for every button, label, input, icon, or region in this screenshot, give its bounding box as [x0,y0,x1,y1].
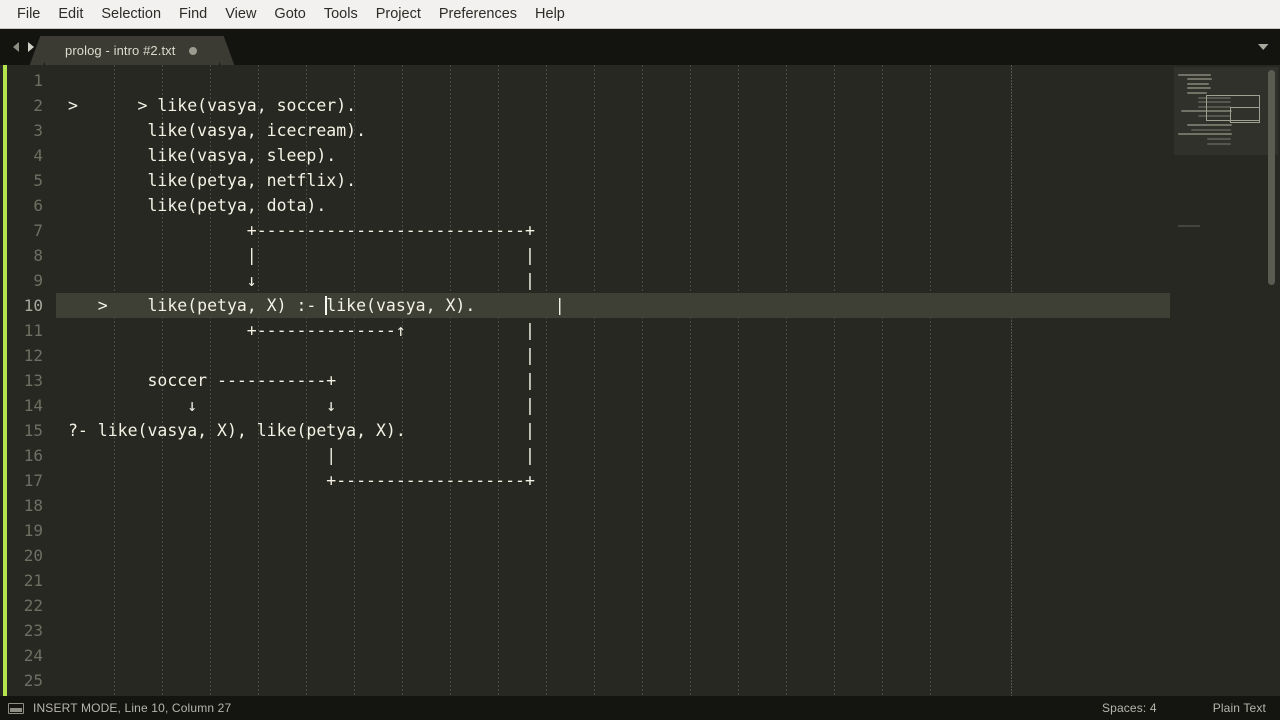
menu-item-find[interactable]: Find [170,2,216,27]
line-number: 9 [33,271,43,290]
line-number: 3 [33,121,43,140]
menu-item-project[interactable]: Project [367,2,430,27]
menu-bar: File Edit Selection Find View Goto Tools… [0,0,1280,29]
status-left: INSERT MODE, Line 10, Column 27 [8,701,1102,715]
sublime-text-window: File Edit Selection Find View Goto Tools… [0,0,1280,720]
line-number: 12 [23,346,43,365]
code-line-tail: | [475,296,565,315]
code-line[interactable]: ?- like(vasya, X), like(petya, X). | [56,418,1170,443]
line-number: 6 [33,196,43,215]
line-number: 22 [23,596,43,615]
keyboard-icon [8,702,24,714]
menu-item-view[interactable]: View [216,2,265,27]
code-line[interactable]: soccer -----------+ | [56,368,1170,393]
menu-item-tools[interactable]: Tools [315,2,367,27]
line-number: 8 [33,246,43,265]
code-line[interactable] [56,643,1170,668]
menu-item-file[interactable]: File [8,2,49,27]
code-line[interactable]: | | [56,443,1170,468]
unsaved-dot-icon[interactable] [188,46,197,55]
line-number: 20 [23,546,43,565]
code-text-before-caret: > like(petya, X) :- [68,296,327,315]
code-line[interactable] [56,68,1170,93]
vim-mode-status: INSERT MODE, Line 10, Column 27 [33,701,232,715]
tab-bar: prolog - intro #2.txt [0,29,1280,65]
line-number: 26 [0,693,56,696]
line-number: 10 [23,296,43,315]
line-number: 25 [23,671,43,690]
status-right: Spaces: 4 Plain Text [1102,701,1266,715]
code-line[interactable]: ↓ ↓ | [56,393,1170,418]
code-text-after-caret: like(vasya, X). [326,296,476,315]
menu-item-help[interactable]: Help [526,2,574,27]
scrollbar-thumb[interactable] [1268,70,1275,285]
menu-item-selection[interactable]: Selection [92,2,170,27]
line-number: 23 [23,621,43,640]
code-line[interactable] [56,518,1170,543]
code-line[interactable]: like(vasya, icecream). [56,118,1170,143]
code-line[interactable]: like(petya, netflix). [56,168,1170,193]
code-viewport[interactable]: > > like(vasya, soccer). like(vasya, ice… [56,65,1170,696]
line-number: 21 [23,571,43,590]
line-number: 14 [23,396,43,415]
line-number: 17 [23,471,43,490]
code-line[interactable] [56,543,1170,568]
code-line[interactable]: | [56,343,1170,368]
code-line[interactable]: > like(petya, X) :- like(vasya, X). | [56,293,1170,318]
line-number: 19 [23,521,43,540]
line-number: 7 [33,221,43,240]
menu-item-preferences[interactable]: Preferences [430,2,526,27]
line-number: 4 [33,146,43,165]
minimap[interactable] [1170,65,1280,696]
line-number: 5 [33,171,43,190]
line-number: 15 [23,421,43,440]
chevron-down-icon[interactable] [1257,38,1270,56]
code-line[interactable]: ↓ | [56,268,1170,293]
code-line[interactable] [56,568,1170,593]
code-line[interactable]: +---------------------------+ [56,218,1170,243]
code-line[interactable] [56,693,1170,696]
vim-mode-accent-bar [3,65,7,696]
line-number: 2 [33,96,43,115]
arrow-left-icon[interactable] [11,41,22,53]
line-number: 24 [23,646,43,665]
syntax-setting[interactable]: Plain Text [1213,701,1266,715]
minimap-viewport[interactable] [1174,67,1278,155]
code-line[interactable]: > > like(vasya, soccer). [56,93,1170,118]
code-lines: > > like(vasya, soccer). like(vasya, ice… [56,68,1170,696]
line-number: 1 [33,71,43,90]
line-number: 16 [23,446,43,465]
editor-tab[interactable]: prolog - intro #2.txt [45,36,219,65]
vertical-scrollbar[interactable] [1265,65,1278,696]
code-line[interactable]: like(vasya, sleep). [56,143,1170,168]
code-line[interactable] [56,593,1170,618]
code-line[interactable]: +-------------------+ [56,468,1170,493]
code-line[interactable] [56,618,1170,643]
menu-item-goto[interactable]: Goto [265,2,314,27]
code-line[interactable] [56,493,1170,518]
indent-setting[interactable]: Spaces: 4 [1102,701,1157,715]
minimap-footer-mark [1178,225,1200,227]
menu-item-edit[interactable]: Edit [49,2,92,27]
code-line[interactable]: like(petya, dota). [56,193,1170,218]
code-line[interactable]: +--------------↑ | [56,318,1170,343]
code-line[interactable] [56,668,1170,693]
code-line[interactable]: | | [56,243,1170,268]
editor-area: 1 2 3 4 5 6 7 8 9 10 11 12 13 14 15 16 17 18 19 20 21 22 23 24 2… [0,65,1280,696]
line-number: 18 [23,496,43,515]
line-number-gutter: 1 2 3 4 5 6 7 8 9 10 11 12 13 14 15 16 17 18 19 20 21 22 23 24 2… [0,65,56,696]
line-number: 11 [23,321,43,340]
tab-label: prolog - intro #2.txt [65,43,176,58]
status-bar: INSERT MODE, Line 10, Column 27 Spaces: … [0,696,1280,720]
line-number: 13 [23,371,43,390]
